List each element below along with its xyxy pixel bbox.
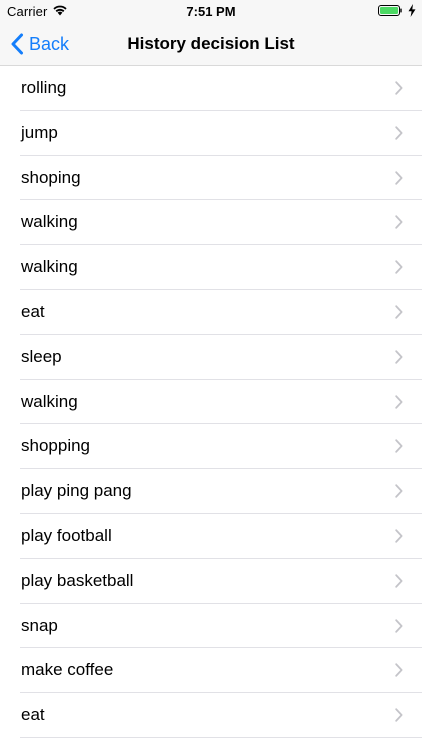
list-item[interactable]: eat	[0, 693, 422, 738]
list-item-label: eat	[21, 705, 45, 725]
list-item[interactable]: make coffee	[0, 648, 422, 693]
list-item[interactable]: play football	[0, 514, 422, 559]
list-item-label: walking	[21, 391, 78, 411]
list-item-label: rolling	[21, 78, 67, 97]
list-item[interactable]: walking	[0, 380, 422, 425]
list-item-label: sleep	[21, 346, 62, 366]
battery-icon	[378, 5, 402, 16]
list-item[interactable]: rolling	[0, 66, 422, 111]
chevron-right-icon	[395, 484, 403, 498]
list-item-label: play football	[21, 525, 112, 545]
chevron-right-icon	[395, 215, 403, 230]
chevron-right-icon	[395, 529, 403, 543]
chevron-right-icon	[395, 663, 403, 678]
list-item[interactable]: eat	[0, 290, 422, 335]
status-bar: Carrier 7:51 PM	[0, 0, 422, 22]
history-decision-list: rolling jump shoping walking walking eat…	[0, 66, 422, 738]
app-screen: Carrier 7:51 PM Back History decision Li…	[0, 0, 422, 750]
status-time: 7:51 PM	[186, 4, 236, 19]
list-item[interactable]: walking	[0, 245, 422, 290]
top-bar: Carrier 7:51 PM Back History decision Li…	[0, 0, 422, 66]
list-item-label: play ping pang	[21, 481, 132, 501]
chevron-right-icon	[395, 126, 403, 140]
list-item[interactable]: play basketball	[0, 559, 422, 604]
list-item-label: jump	[21, 122, 58, 142]
charging-bolt-icon	[408, 4, 416, 17]
list-item[interactable]: walking	[0, 200, 422, 245]
chevron-right-icon	[395, 350, 403, 364]
list-item[interactable]: jump	[0, 111, 422, 156]
chevron-right-icon	[395, 574, 403, 588]
navigation-bar: Back History decision List	[0, 22, 422, 66]
chevron-right-icon	[395, 170, 403, 185]
list-item-label: walking	[21, 212, 78, 232]
list-item-label: shoping	[21, 167, 81, 187]
list-item-label: play basketball	[21, 570, 134, 590]
list-item-label: walking	[21, 257, 78, 277]
list-item[interactable]: play ping pang	[0, 469, 422, 514]
page-title: History decision List	[127, 34, 295, 53]
list-item-label: shopping	[21, 436, 91, 456]
list-item-label: eat	[21, 301, 45, 321]
list-item[interactable]: snap	[0, 604, 422, 649]
chevron-right-icon	[395, 305, 403, 319]
chevron-right-icon	[395, 708, 403, 722]
chevron-right-icon	[395, 394, 403, 409]
list-item-label: snap	[21, 615, 58, 635]
list-item[interactable]: shopping	[0, 424, 422, 469]
list-item[interactable]: sleep	[0, 335, 422, 380]
chevron-right-icon	[395, 81, 403, 95]
chevron-right-icon	[395, 618, 403, 633]
list-item[interactable]: shoping	[0, 156, 422, 201]
list-item-label: make coffee	[21, 660, 114, 680]
chevron-right-icon	[395, 260, 403, 274]
chevron-right-icon	[395, 439, 403, 454]
